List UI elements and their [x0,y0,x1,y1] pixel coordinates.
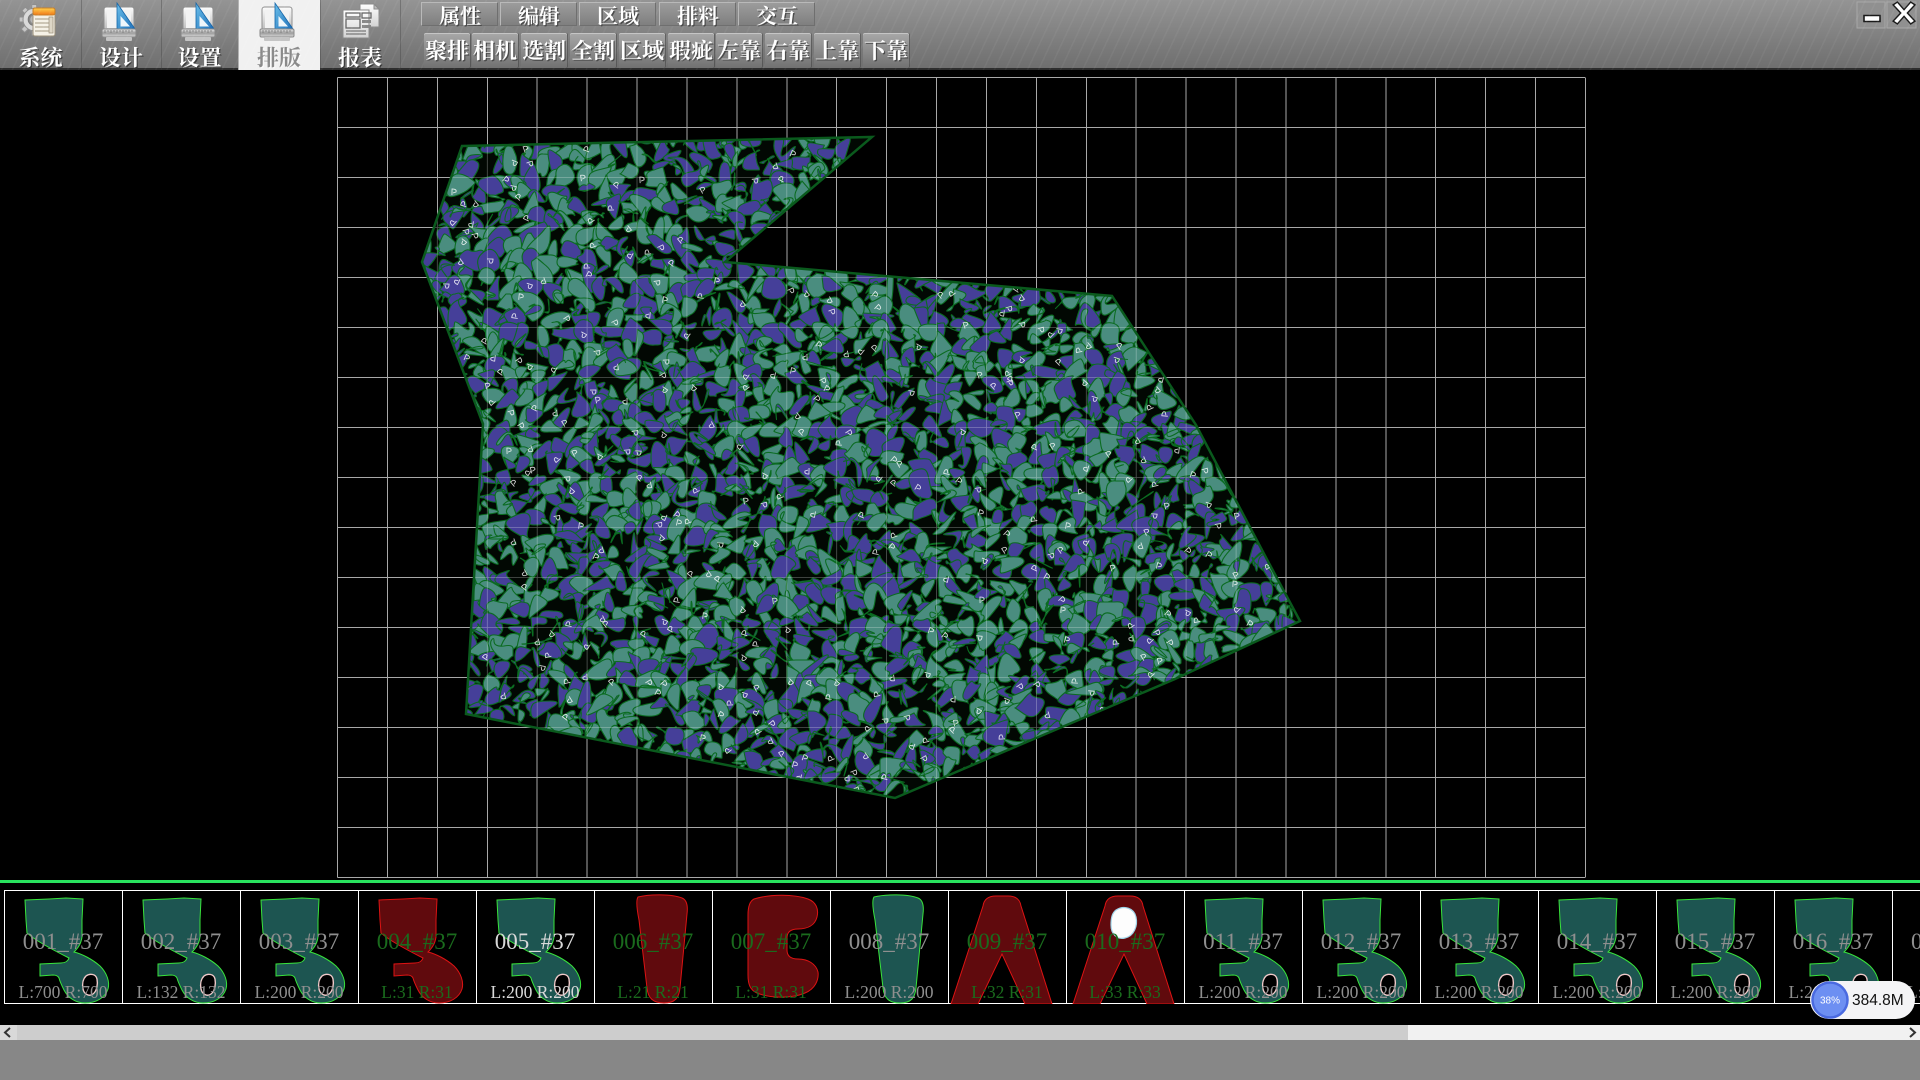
svg-text:L:33 R:33: L:33 R:33 [1089,982,1161,1002]
svg-text:L:700 R:700: L:700 R:700 [19,982,108,1002]
svg-text:001_#37: 001_#37 [23,929,104,954]
svg-text:L:200 R:200: L:200 R:200 [845,982,934,1002]
svg-text:015_#37: 015_#37 [1675,929,1756,954]
svg-text:L:21 R:21: L:21 R:21 [617,982,688,1002]
svg-text:L:31 R:31: L:31 R:31 [381,982,452,1002]
svg-text:005_#37: 005_#37 [495,929,576,954]
svg-text:006_#37: 006_#37 [613,929,694,954]
svg-text:004_#37: 004_#37 [377,929,458,954]
svg-text:003_#37: 003_#37 [259,929,340,954]
svg-text:38%: 38% [1820,996,1840,1007]
svg-text:0: 0 [1911,929,1920,954]
svg-text:014_#37: 014_#37 [1557,929,1638,954]
svg-text:L:31 R:31: L:31 R:31 [735,982,806,1002]
svg-text:384.8M: 384.8M [1852,992,1904,1009]
svg-text:012_#37: 012_#37 [1321,929,1402,954]
svg-text:008_#37: 008_#37 [849,929,930,954]
svg-text:L:200 R:200: L:200 R:200 [491,982,580,1002]
svg-text:L:200 R:200: L:200 R:200 [1435,982,1524,1002]
svg-text:002_#37: 002_#37 [141,929,222,954]
svg-text:L:200 R:200: L:200 R:200 [1553,982,1642,1002]
svg-text:016_#37: 016_#37 [1793,929,1874,954]
svg-text:L:200 R:200: L:200 R:200 [1317,982,1406,1002]
svg-text:L:132 R:132: L:132 R:132 [137,982,226,1002]
svg-text:L:32 R:31: L:32 R:31 [971,982,1042,1002]
svg-text:L:200 R:200: L:200 R:200 [1671,982,1760,1002]
svg-text:011_#37: 011_#37 [1203,929,1283,954]
svg-text:013_#37: 013_#37 [1439,929,1520,954]
svg-text:009_#37: 009_#37 [967,929,1048,954]
svg-text:L:200 R:200: L:200 R:200 [255,982,344,1002]
svg-text:L:200 R:200: L:200 R:200 [1199,982,1288,1002]
svg-text:010_#37: 010_#37 [1085,929,1166,954]
svg-text:007_#37: 007_#37 [731,929,812,954]
